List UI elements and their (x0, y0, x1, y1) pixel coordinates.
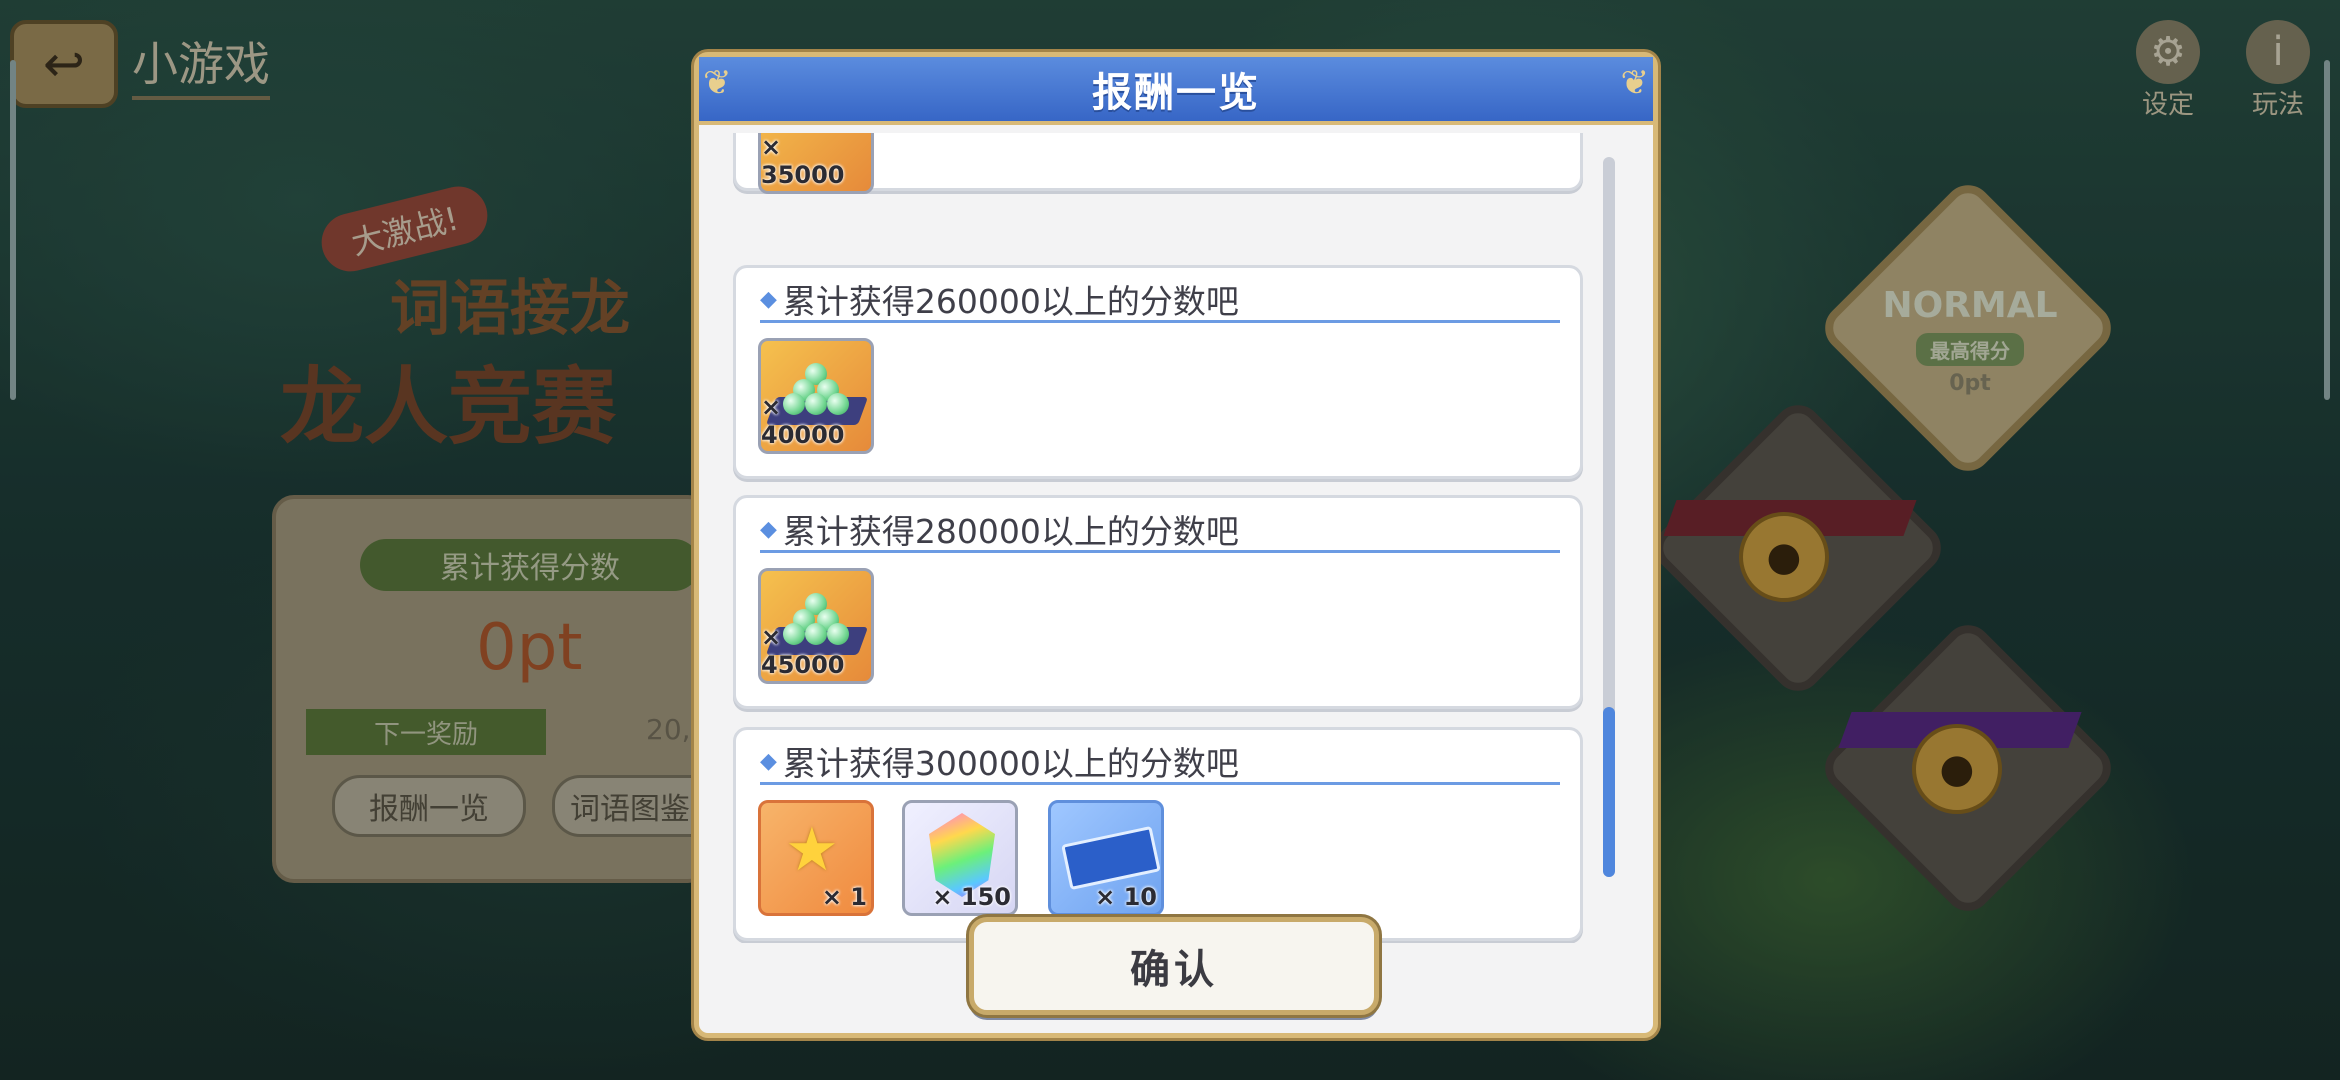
reward-card-header: ◆ 累计获得280000以上的分数吧 (760, 508, 1560, 553)
dialog-title: 报酬一览 (1092, 70, 1260, 116)
item-count-value: 1 (850, 883, 867, 911)
reward-card-partial: × 35000 (733, 133, 1583, 194)
reward-item-ticket[interactable]: × 10 (1048, 800, 1164, 916)
ornament-icon: ❦ (703, 63, 732, 103)
reward-item-gems[interactable]: × 40000 (758, 338, 874, 454)
item-count: × 45000 (761, 623, 845, 679)
reward-list[interactable]: × 35000 ◆ 累计获得260000以上的分数吧 × 40000 ◆ 累计获… (733, 133, 1583, 943)
diamond-bullet-icon: ◆ (760, 286, 777, 312)
reward-card-header: ◆ 累计获得300000以上的分数吧 (760, 740, 1560, 785)
reward-item-crystal[interactable]: × 150 (902, 800, 1018, 916)
confirm-button[interactable]: 确认 (969, 917, 1379, 1015)
ornament-icon: ❦ (1620, 63, 1650, 103)
scrollbar-thumb[interactable] (1603, 707, 1615, 877)
dialog-header: ❦ 报酬一览 ❦ (699, 57, 1653, 125)
item-count-value: 40000 (761, 421, 845, 449)
confirm-label: 确认 (1130, 947, 1218, 993)
item-count-value: 10 (1123, 883, 1157, 911)
reward-condition: 累计获得280000以上的分数吧 (782, 512, 1239, 551)
star-medal-icon: ★ (785, 815, 839, 885)
item-count: × 40000 (761, 393, 845, 449)
reward-condition: 累计获得300000以上的分数吧 (782, 744, 1239, 783)
reward-item-medal[interactable]: ★ × 1 (758, 800, 874, 916)
diamond-bullet-icon: ◆ (760, 748, 777, 774)
item-count: × 35000 (761, 133, 845, 189)
item-count-value: 45000 (761, 651, 845, 679)
item-count: × 1 (821, 883, 867, 911)
ticket-icon (1061, 825, 1161, 891)
reward-condition: 累计获得260000以上的分数吧 (782, 282, 1239, 321)
diamond-bullet-icon: ◆ (760, 516, 777, 542)
reward-list-dialog: ❦ 报酬一览 ❦ × 35000 ◆ 累计获得260000以上的分数吧 × 40… (694, 52, 1658, 1038)
reward-card: ◆ 累计获得260000以上的分数吧 × 40000 (733, 265, 1583, 479)
reward-card-header: ◆ 累计获得260000以上的分数吧 (760, 278, 1560, 323)
reward-card: ◆ 累计获得280000以上的分数吧 × 45000 (733, 495, 1583, 709)
item-count: × 10 (1095, 883, 1157, 911)
reward-item-gems[interactable]: × 45000 (758, 568, 874, 684)
item-count-value: 35000 (761, 161, 845, 189)
item-count: × 150 (932, 883, 1011, 911)
item-count-value: 150 (960, 883, 1011, 911)
reward-card: ◆ 累计获得300000以上的分数吧 ★ × 1 × 150 × 10 (733, 727, 1583, 941)
reward-item[interactable]: × 35000 (758, 133, 874, 194)
